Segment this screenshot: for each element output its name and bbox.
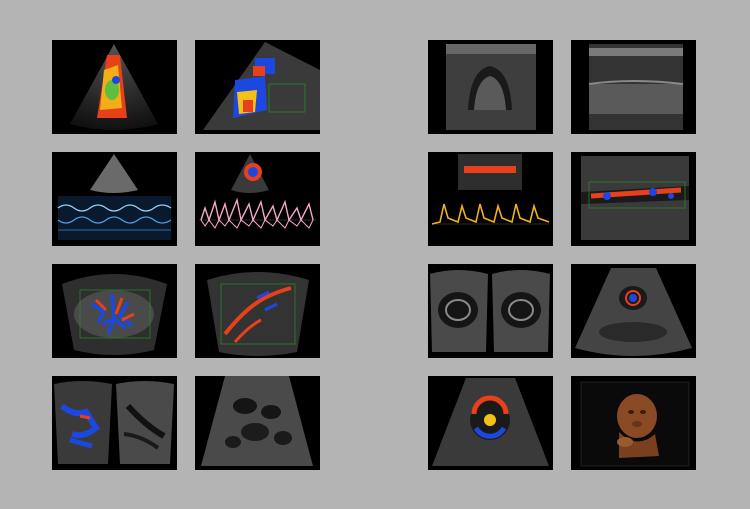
superficial-b-mode-tile (571, 40, 696, 134)
cardiac-color-doppler-2-image (203, 42, 320, 130)
thyroid-b-mode-image (446, 44, 536, 130)
cardiac-spectral-doppler-image (199, 154, 316, 229)
abdominal-color-doppler-tile (195, 264, 320, 358)
cardiac-color-doppler-tile (52, 40, 177, 134)
liver-dual-view-doppler-image (54, 381, 174, 464)
vascular-spectral-doppler-tile (428, 152, 553, 246)
thyroid-b-mode-tile (428, 40, 553, 134)
vascular-spectral-doppler-image (431, 154, 550, 225)
abdominal-b-mode-tile (195, 376, 320, 470)
fetal-color-doppler-image (575, 268, 692, 356)
kidney-color-doppler-tile (52, 264, 177, 358)
abdominal-color-doppler-image (207, 272, 309, 356)
fetal-heart-color-doppler-image (432, 378, 549, 466)
cardiac-m-mode-tile (52, 152, 177, 246)
obstetric-dual-view-tile (428, 264, 553, 358)
cardiac-color-doppler-2-tile (195, 40, 320, 134)
obstetric-dual-view-image (430, 270, 550, 352)
kidney-color-doppler-image (62, 274, 167, 355)
fetal-heart-color-doppler-tile (428, 376, 553, 470)
superficial-b-mode-image (588, 44, 684, 130)
vascular-color-doppler-image (581, 156, 689, 240)
vascular-color-doppler-tile (571, 152, 696, 246)
ultrasound-image-gallery (0, 0, 750, 509)
liver-dual-view-doppler-tile (52, 376, 177, 470)
abdominal-b-mode-image (201, 376, 313, 466)
fetal-color-doppler-tile (571, 264, 696, 358)
fetal-3d-render-tile (571, 376, 696, 470)
cardiac-color-doppler-image (70, 44, 158, 130)
cardiac-m-mode-image (57, 154, 172, 240)
cardiac-spectral-doppler-tile (195, 152, 320, 246)
fetal-3d-render-image (580, 381, 690, 467)
